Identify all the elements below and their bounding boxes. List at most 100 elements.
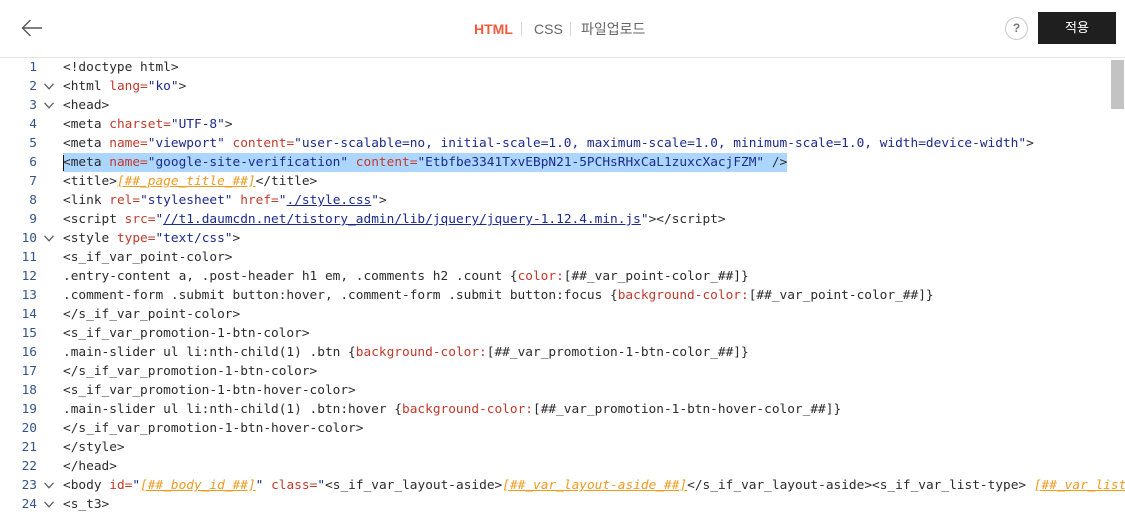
- code-text[interactable]: </head>: [63, 457, 117, 476]
- code-text[interactable]: <link rel="stylesheet" href= "./style.css…: [63, 191, 387, 210]
- vertical-scrollbar[interactable]: [1110, 58, 1125, 512]
- code-token-attr: id=: [109, 478, 133, 493]
- code-text[interactable]: <html lang="ko">: [63, 77, 186, 96]
- code-token-tag: </s_if_var_point-color>: [63, 307, 241, 322]
- line-number: 3: [29, 98, 37, 113]
- line-number: 15: [21, 326, 37, 341]
- code-text[interactable]: </s_if_var_point-color>: [63, 305, 240, 324]
- code-line[interactable]: 21 </style>: [0, 438, 1125, 457]
- code-text[interactable]: <!doctype html>: [63, 58, 179, 77]
- code-token-tag: <meta: [63, 155, 110, 170]
- tab-html[interactable]: HTML: [474, 19, 513, 39]
- code-line[interactable]: 18 <s_if_var_promotion-1-btn-hover-color>: [0, 381, 1125, 400]
- code-text[interactable]: <s_if_var_promotion-1-btn-hover-color>: [63, 381, 356, 400]
- code-line[interactable]: 22 </head>: [0, 457, 1125, 476]
- fold-chevron-icon[interactable]: [37, 96, 63, 115]
- code-line[interactable]: 1 <!doctype html>: [0, 58, 1125, 77]
- code-token-link: ./style.css: [286, 193, 372, 208]
- code-token-var: [##_page_title_##]: [116, 174, 256, 189]
- code-line[interactable]: 11 <s_if_var_point-color>: [0, 248, 1125, 267]
- tab-divider: [570, 22, 571, 36]
- code-token-tag: <head>: [63, 98, 110, 113]
- code-text[interactable]: <style type="text/css">: [63, 229, 240, 248]
- line-number: 16: [21, 345, 37, 360]
- code-token-tag: >: [178, 79, 187, 94]
- code-token-var: [##_var_layout-aside_##]: [502, 478, 688, 493]
- code-token-string: "viewport": [147, 136, 233, 151]
- code-line[interactable]: 8 <link rel="stylesheet" href= "./style.cs…: [0, 191, 1125, 210]
- code-text[interactable]: .main-slider ul li:nth-child(1) .btn:hov…: [63, 400, 841, 419]
- help-icon: ?: [1012, 21, 1021, 35]
- code-line[interactable]: 2 <html lang="ko">: [0, 77, 1125, 96]
- code-text[interactable]: .comment-form .submit button:hover, .com…: [63, 286, 934, 305]
- code-text[interactable]: </s_if_var_promotion-1-btn-color>: [63, 362, 317, 381]
- code-text[interactable]: <s_if_var_promotion-1-btn-color>: [63, 324, 310, 343]
- code-line[interactable]: 19 .main-slider ul li:nth-child(1) .btn:h…: [0, 400, 1125, 419]
- fold-gutter-spacer: [37, 362, 63, 381]
- code-line[interactable]: 3 <head>: [0, 96, 1125, 115]
- tab-file-upload[interactable]: 파일업로드: [581, 19, 645, 39]
- code-line[interactable]: 6 <meta name="google-site-verification" c…: [0, 153, 1125, 172]
- fold-chevron-icon[interactable]: [37, 495, 63, 512]
- code-token-string: ": [317, 478, 326, 493]
- code-line[interactable]: 24 <s_t3>: [0, 495, 1125, 512]
- fold-chevron-icon[interactable]: [37, 476, 63, 495]
- code-line[interactable]: 23 <body id="[##_body_id_##]" class="<s_i…: [0, 476, 1125, 495]
- code-text[interactable]: <meta charset="UTF-8">: [63, 115, 233, 134]
- code-token-string: "Etbfbe3341TxvEBpN21-5PCHsRHxCaL1zuxcXac…: [417, 155, 772, 170]
- code-line[interactable]: 4 <meta charset="UTF-8">: [0, 115, 1125, 134]
- code-text[interactable]: .main-slider ul li:nth-child(1) .btn {ba…: [63, 343, 749, 362]
- code-text[interactable]: <title>[##_page_title_##]</title>: [63, 172, 317, 191]
- fold-gutter-spacer: [37, 343, 63, 362]
- fold-gutter-spacer: [37, 248, 63, 267]
- fold-chevron-icon[interactable]: [37, 77, 63, 96]
- code-text[interactable]: <script src= "//t1.daumcdn.net/tistory_ad…: [63, 210, 726, 229]
- scrollbar-thumb[interactable]: [1111, 60, 1124, 109]
- line-number: 9: [29, 212, 37, 227]
- code-text[interactable]: .entry-content a, .post-header h1 em, .c…: [63, 267, 749, 286]
- apply-button[interactable]: 적용: [1038, 12, 1116, 44]
- code-token-tag: <s_if_var_promotion-1-btn-color>: [63, 326, 310, 341]
- code-token-tag: <s_t3>: [63, 497, 110, 512]
- code-line[interactable]: 5 <meta name="viewport" content="user-sca…: [0, 134, 1125, 153]
- code-token-var: [##_body_id_##]: [140, 478, 256, 493]
- line-number: 14: [21, 307, 37, 322]
- code-token-tag: <!doctype html>: [63, 60, 179, 75]
- code-text[interactable]: <s_t3>: [63, 495, 109, 512]
- code-token-tag: <html: [63, 79, 110, 94]
- code-token-tag: >: [378, 193, 387, 208]
- code-token-tag: <title>: [63, 174, 117, 189]
- code-line[interactable]: 16 .main-slider ul li:nth-child(1) .btn {…: [0, 343, 1125, 362]
- code-token-attr: name=: [109, 136, 148, 151]
- code-line[interactable]: 7 <title>[##_page_title_##]</title>: [0, 172, 1125, 191]
- line-number: 2: [29, 79, 37, 94]
- code-token-plain: [##_var_point-color_##]}: [563, 269, 749, 284]
- tab-css[interactable]: CSS: [534, 19, 563, 39]
- code-line[interactable]: 14 </s_if_var_point-color>: [0, 305, 1125, 324]
- code-token-tag: >: [224, 117, 233, 132]
- fold-gutter-spacer: [37, 58, 63, 77]
- code-text[interactable]: <s_if_var_point-color>: [63, 248, 233, 267]
- code-text[interactable]: <meta name="google-site-verification" co…: [63, 153, 788, 172]
- code-line[interactable]: 20 </s_if_var_promotion-1-btn-hover-color…: [0, 419, 1125, 438]
- code-line[interactable]: 13 .comment-form .submit button:hover, .c…: [0, 286, 1125, 305]
- code-token-attr: rel=: [109, 193, 141, 208]
- code-line[interactable]: 10 <style type="text/css">: [0, 229, 1125, 248]
- code-line[interactable]: 15 <s_if_var_promotion-1-btn-color>: [0, 324, 1125, 343]
- back-button[interactable]: [18, 15, 48, 41]
- code-line[interactable]: 9 <script src= "//t1.daumcdn.net/tistory_a…: [0, 210, 1125, 229]
- code-text[interactable]: <body id="[##_body_id_##]" class="<s_if_…: [63, 476, 1125, 495]
- code-text[interactable]: <head>: [63, 96, 109, 115]
- code-token-plain: .main-slider ul li:nth-child(1) .btn:hov…: [63, 402, 402, 417]
- code-text[interactable]: <meta name="viewport" content="user-scal…: [63, 134, 1034, 153]
- line-number: 6: [29, 155, 37, 170]
- code-line[interactable]: 17 </s_if_var_promotion-1-btn-color>: [0, 362, 1125, 381]
- code-text[interactable]: </s_if_var_promotion-1-btn-hover-color>: [63, 419, 363, 438]
- fold-gutter-spacer: [37, 115, 63, 134]
- code-editor[interactable]: 1 <!doctype html> 2 <html lang="ko"> 3 <head>…: [0, 58, 1125, 512]
- code-token-prop: background-color:: [402, 402, 533, 417]
- code-text[interactable]: </style>: [63, 438, 125, 457]
- fold-chevron-icon[interactable]: [37, 229, 63, 248]
- help-button[interactable]: ?: [1005, 17, 1028, 40]
- code-line[interactable]: 12 .entry-content a, .post-header h1 em, …: [0, 267, 1125, 286]
